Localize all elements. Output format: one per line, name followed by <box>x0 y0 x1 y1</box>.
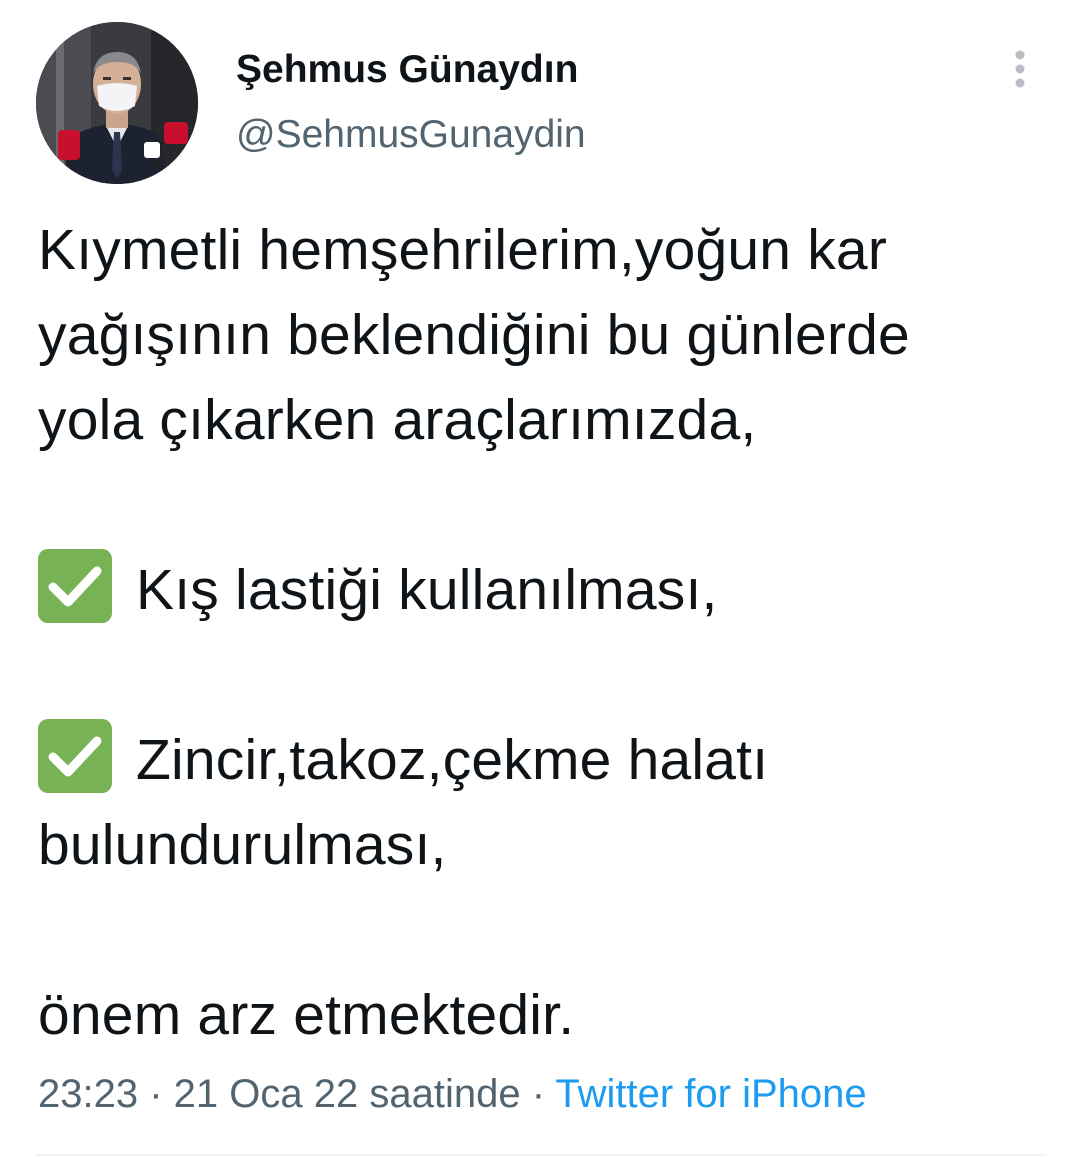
display-name[interactable]: Şehmus Günaydın <box>236 46 578 94</box>
tweet-text-line: yola çıkarken araçlarımızda, <box>38 388 757 452</box>
list-item-text: Kış lastiği kullanılması, <box>136 558 718 622</box>
tweet-list-item: Zincir,takoz,çekme halatı <box>38 718 1048 803</box>
check-mark-button-icon <box>38 719 112 793</box>
meta-separator: · <box>138 1072 174 1116</box>
tweet-text: Kıymetli hemşehrilerim,yoğun kar yağışın… <box>38 208 1048 1058</box>
avatar[interactable] <box>36 22 198 184</box>
tweet-date[interactable]: 21 Oca 22 saatinde <box>174 1072 521 1116</box>
tweet-list-item: Kış lastiği kullanılması, <box>38 548 1048 633</box>
tweet-source-link[interactable]: Twitter for iPhone <box>555 1072 866 1116</box>
list-item-text: Zincir,takoz,çekme halatı <box>136 728 769 792</box>
divider <box>36 1154 1046 1156</box>
tweet-text-line: Kıymetli hemşehrilerim,yoğun kar <box>38 218 888 282</box>
more-vertical-icon <box>1015 50 1025 88</box>
tweet-text-line: bulundurulması, <box>38 813 447 877</box>
tweet-text-line: önem arz etmektedir. <box>38 983 575 1047</box>
tweet-meta: 23:23 · 21 Oca 22 saatinde · Twitter for… <box>38 1068 867 1120</box>
tweet-text-line: yağışının beklendiğini bu günlerde <box>38 303 910 367</box>
user-handle[interactable]: @SehmusGunaydin <box>236 111 586 159</box>
more-options-button[interactable] <box>998 42 1042 96</box>
meta-separator: · <box>520 1072 556 1116</box>
profile-photo <box>36 22 198 184</box>
check-mark-button-icon <box>38 549 112 623</box>
tweet-time[interactable]: 23:23 <box>38 1072 138 1116</box>
